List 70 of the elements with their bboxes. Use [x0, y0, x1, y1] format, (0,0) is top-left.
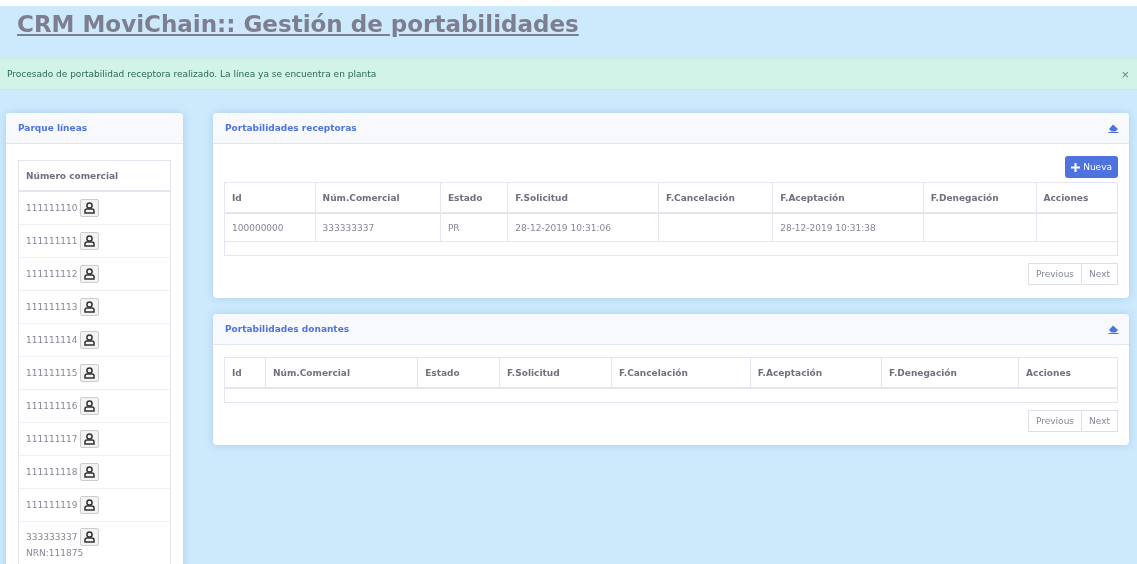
user-icon: [83, 301, 95, 313]
user-button[interactable]: [79, 496, 99, 514]
pagination-button[interactable]: Next: [1082, 263, 1118, 285]
table-cell: 100000000: [224, 213, 316, 242]
alert-message: Procesado de portabilidad receptora realizado. La línea ya se encuentra en planta: [7, 69, 377, 79]
table-cell: 28-12-2019 10:31:06: [507, 213, 659, 242]
plus-icon: [1071, 162, 1081, 172]
pagination-button[interactable]: Previous: [1028, 263, 1083, 285]
user-button[interactable]: [79, 364, 99, 382]
column-header: Núm.Comercial: [265, 357, 418, 388]
column-header: Id: [224, 357, 266, 388]
user-button[interactable]: [79, 331, 99, 349]
user-icon: [83, 531, 95, 543]
column-header: Núm.Comercial: [315, 182, 441, 213]
column-header: F.Cancelación: [611, 357, 751, 388]
line-number: 333333337: [26, 532, 78, 542]
user-icon: [83, 367, 95, 379]
line-number: 111111115: [26, 368, 78, 378]
user-button[interactable]: [79, 430, 99, 448]
eraser-icon[interactable]: [1108, 324, 1119, 334]
column-header: F.Denegación: [881, 357, 1019, 388]
user-button[interactable]: [79, 199, 99, 217]
line-number: 111111113: [26, 302, 78, 312]
column-header: Id: [224, 182, 316, 213]
user-icon: [83, 499, 95, 511]
column-header: Estado: [440, 182, 508, 213]
eraser-icon[interactable]: [1108, 123, 1119, 133]
user-button[interactable]: [79, 397, 99, 415]
new-button[interactable]: Nueva: [1065, 156, 1118, 178]
user-icon: [83, 400, 95, 412]
user-icon: [83, 202, 95, 214]
line-number: 111111118: [26, 467, 78, 477]
user-icon: [83, 268, 95, 280]
column-header: F.Solicitud: [507, 182, 659, 213]
card-title: Portabilidades receptoras: [225, 123, 357, 133]
table-cell: 28-12-2019 10:31:38: [772, 213, 924, 242]
column-header: Acciones: [1018, 357, 1118, 388]
column-header: Número comercial: [26, 170, 119, 181]
card-title: Parque líneas: [18, 123, 88, 133]
user-icon: [83, 433, 95, 445]
line-number: 111111116: [26, 401, 78, 411]
column-header: Estado: [417, 357, 500, 388]
user-button[interactable]: [79, 463, 99, 481]
line-number: 111111117: [26, 434, 78, 444]
user-icon: [83, 466, 95, 478]
user-icon: [83, 235, 95, 247]
pagination-button[interactable]: Next: [1082, 410, 1118, 432]
close-button[interactable]: ×: [1121, 66, 1129, 82]
column-header: F.Cancelación: [658, 182, 773, 213]
user-button[interactable]: [79, 528, 99, 546]
column-header: F.Aceptación: [750, 357, 882, 388]
column-header: F.Aceptación: [772, 182, 924, 213]
line-number: 111111110: [26, 203, 78, 213]
table-cell: PR: [440, 213, 508, 242]
card-title: Portabilidades donantes: [225, 324, 350, 334]
line-number: 111111119: [26, 500, 78, 510]
line-number: 111111112: [26, 269, 78, 279]
page-title: CRM MoviChain:: Gestión de portabilidades: [17, 10, 580, 39]
column-header: Acciones: [1036, 182, 1118, 213]
user-button[interactable]: [79, 298, 99, 316]
column-header: F.Solicitud: [499, 357, 612, 388]
user-button[interactable]: [79, 232, 99, 250]
user-icon: [83, 334, 95, 346]
line-number: 111111114: [26, 335, 78, 345]
table-cell: 333333337: [315, 213, 441, 242]
user-button[interactable]: [79, 265, 99, 283]
pagination-button[interactable]: Previous: [1028, 410, 1083, 432]
column-header: F.Denegación: [923, 182, 1037, 213]
line-number: 111111111: [26, 236, 78, 246]
nrn-text: NRN:111875: [26, 548, 85, 558]
